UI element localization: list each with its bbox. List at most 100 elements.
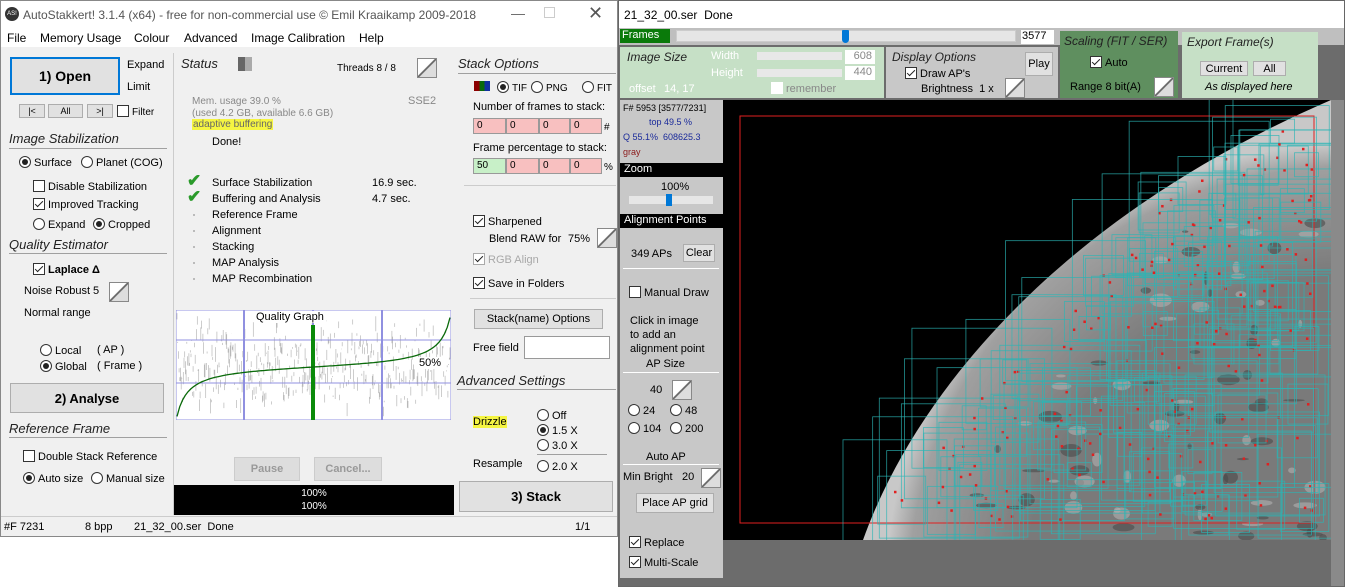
sharpened-checkbox[interactable]: Sharpened: [473, 215, 542, 228]
menu-file[interactable]: File: [7, 31, 26, 45]
save-in-folders-checkbox[interactable]: Save in Folders: [473, 277, 564, 290]
export-all-button[interactable]: All: [1253, 61, 1286, 76]
height-slider[interactable]: [757, 69, 842, 77]
menu-image-calibration[interactable]: Image Calibration: [251, 31, 345, 45]
drizzle-off-radio[interactable]: Off: [537, 409, 566, 422]
maximize-button[interactable]: [544, 7, 555, 18]
viewer-title-bar: 21_32_00.ser Done: [619, 1, 1344, 28]
min-bright-spinner[interactable]: [701, 468, 721, 488]
local-radio[interactable]: Local: [40, 344, 81, 357]
alignment-point-marker: [1083, 320, 1086, 324]
percent-input-4[interactable]: 0: [570, 158, 602, 174]
noise-robust-label: Noise Robust: [24, 285, 91, 297]
planet-radio[interactable]: Planet (COG): [81, 156, 163, 169]
alignment-point-marker: [1242, 457, 1246, 460]
last-frame-button[interactable]: >|: [87, 104, 113, 118]
noise-robust-spinner[interactable]: [109, 282, 129, 302]
manual-draw-checkbox[interactable]: Manual Draw: [629, 286, 709, 299]
menu-help[interactable]: Help: [359, 31, 384, 45]
play-button[interactable]: Play: [1025, 52, 1053, 76]
manual-size-radio[interactable]: Manual size: [91, 472, 165, 485]
filter-checkbox[interactable]: Filter: [117, 105, 154, 118]
frames-input-2[interactable]: 0: [506, 118, 539, 134]
expand-label[interactable]: Expand: [127, 59, 164, 71]
menu-colour[interactable]: Colour: [134, 31, 169, 45]
alignment-point-marker: [1013, 370, 1017, 374]
stack-button[interactable]: 3) Stack: [459, 481, 613, 512]
drizzle-1-5x-radio[interactable]: 1.5 X: [537, 424, 578, 437]
close-button[interactable]: ✕: [588, 3, 603, 24]
menu-memory-usage[interactable]: Memory Usage: [40, 31, 121, 45]
alignment-point-marker: [1239, 293, 1243, 297]
zoom-slider-thumb[interactable]: [666, 194, 672, 206]
place-ap-grid-button[interactable]: Place AP grid: [636, 493, 714, 513]
percent-input-1[interactable]: 50: [473, 158, 506, 174]
tif-radio[interactable]: TIF: [497, 81, 527, 94]
alignment-point-marker: [1199, 460, 1202, 464]
range-spinner[interactable]: [1154, 77, 1174, 97]
alignment-point-marker: [1283, 169, 1286, 172]
cancel-button[interactable]: Cancel...: [314, 457, 382, 481]
blend-raw-spinner[interactable]: [597, 228, 617, 248]
minimize-button[interactable]: —: [511, 5, 525, 21]
laplace-checkbox[interactable]: Laplace Δ: [33, 263, 100, 276]
improved-tracking-checkbox[interactable]: Improved Tracking: [33, 198, 138, 211]
frames-input-1[interactable]: 0: [473, 118, 506, 134]
ap-size-spinner[interactable]: [672, 380, 692, 400]
local-ap-label: ( AP ): [97, 344, 125, 356]
percent-input-2[interactable]: 0: [506, 158, 539, 174]
ap-size-48-radio[interactable]: 48: [670, 404, 697, 417]
menu-advanced[interactable]: Advanced: [184, 31, 237, 45]
png-radio[interactable]: PNG: [531, 81, 568, 94]
double-stack-checkbox[interactable]: Double Stack Reference: [23, 450, 157, 463]
frame-image-canvas[interactable]: [723, 100, 1331, 540]
width-slider[interactable]: [757, 52, 842, 60]
remember-checkbox[interactable]: remember: [771, 82, 836, 95]
cropped-radio[interactable]: Cropped: [93, 218, 150, 231]
rgb-align-checkbox[interactable]: RGB Align: [473, 253, 539, 266]
frames-slider-thumb[interactable]: [841, 30, 849, 43]
draw-aps-checkbox[interactable]: Draw AP's: [905, 67, 970, 80]
expand-radio[interactable]: Expand: [33, 218, 85, 231]
frames-slider[interactable]: [676, 30, 1016, 43]
image-scrollbar[interactable]: [1331, 100, 1344, 586]
export-current-button[interactable]: Current: [1200, 61, 1248, 76]
open-button[interactable]: 1) Open: [10, 57, 120, 95]
ap-size-200-radio[interactable]: 200: [670, 422, 703, 435]
free-field-input[interactable]: [524, 336, 610, 359]
fit-radio[interactable]: FIT: [582, 81, 612, 94]
frames-input-3[interactable]: 0: [539, 118, 570, 134]
first-frame-button[interactable]: |<: [19, 104, 45, 118]
surface-radio[interactable]: Surface: [19, 156, 72, 169]
ap-size-104-radio[interactable]: 104: [628, 422, 661, 435]
crater: [1207, 288, 1213, 298]
play-label: Play: [1028, 58, 1050, 70]
limit-label[interactable]: Limit: [127, 81, 150, 93]
zoom-slider[interactable]: [629, 194, 713, 206]
threads-spinner[interactable]: [417, 58, 437, 78]
all-frames-button[interactable]: All: [48, 104, 83, 118]
alignment-point-marker: [1210, 516, 1214, 520]
drizzle-3-0x-radio[interactable]: 3.0 X: [537, 439, 578, 452]
frame-number-input[interactable]: 3577: [1021, 30, 1054, 44]
disable-stabilization-checkbox[interactable]: Disable Stabilization: [33, 180, 147, 193]
resample-2-0x-radio[interactable]: 2.0 X: [537, 460, 578, 473]
alignment-point-marker: [1258, 353, 1261, 357]
brightness-spinner[interactable]: [1005, 78, 1025, 98]
multi-scale-checkbox[interactable]: Multi-Scale: [629, 556, 698, 569]
analyse-button[interactable]: 2) Analyse: [10, 383, 164, 413]
pause-button[interactable]: Pause: [234, 457, 300, 481]
percent-input-3[interactable]: 0: [539, 158, 570, 174]
ap-size-24-radio[interactable]: 24: [628, 404, 655, 417]
stackname-options-button[interactable]: Stack(name) Options: [474, 309, 603, 329]
clear-aps-button[interactable]: Clear: [683, 244, 715, 262]
stack-options-heading: Stack Options: [458, 56, 539, 71]
frames-input-4[interactable]: 0: [570, 118, 602, 134]
crater: [1239, 228, 1262, 237]
auto-size-radio[interactable]: Auto size: [23, 472, 83, 485]
auto-scaling-checkbox[interactable]: Auto: [1090, 56, 1128, 69]
replace-checkbox[interactable]: Replace: [629, 536, 684, 549]
drizzle-label: Drizzle: [473, 416, 507, 428]
global-radio[interactable]: Global: [40, 360, 87, 373]
quality-graph: [176, 310, 451, 420]
